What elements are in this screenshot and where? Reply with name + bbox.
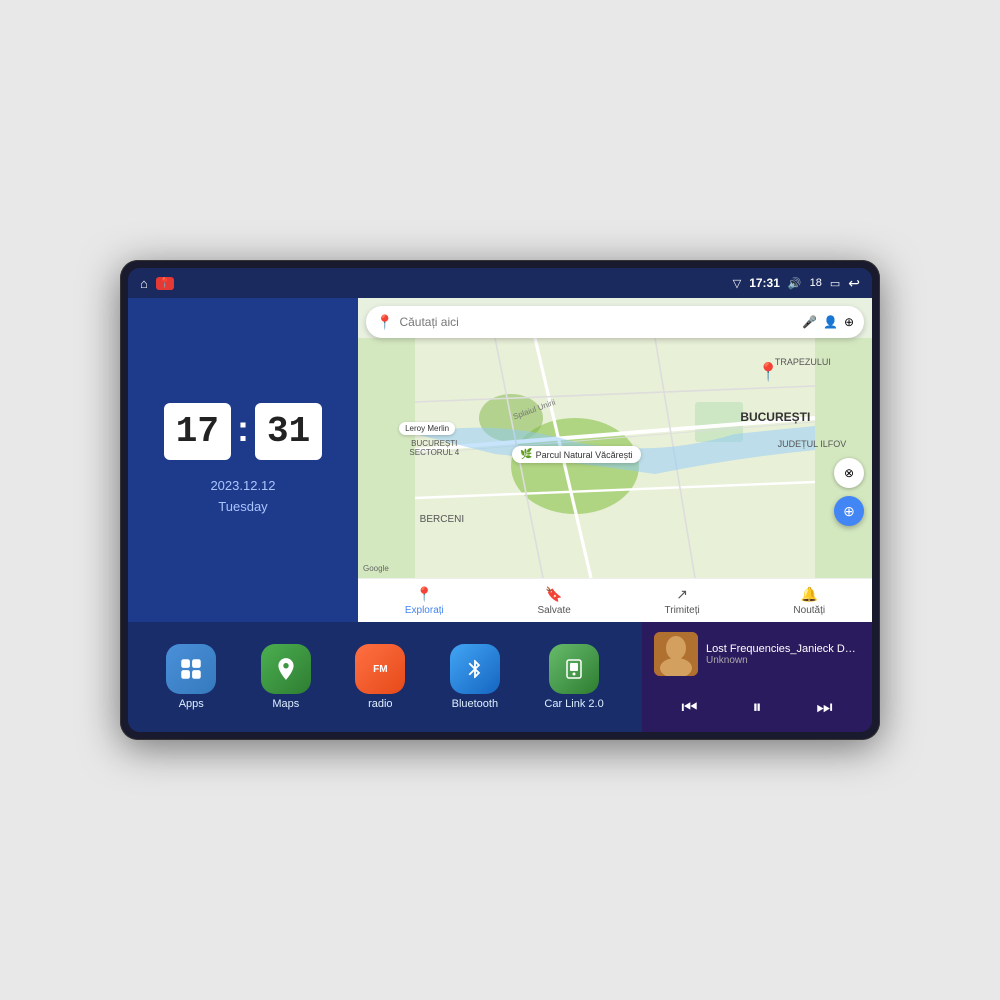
bluetooth-label: Bluetooth	[452, 698, 498, 710]
status-bar-left: ⌂ 📍	[140, 276, 174, 291]
map-nav-saved[interactable]: 🔖 Salvate	[537, 586, 570, 616]
music-play-pause-button[interactable]: ⏸	[744, 693, 769, 722]
carlink-label: Car Link 2.0	[544, 698, 603, 710]
send-icon: ↗	[676, 586, 688, 603]
back-icon[interactable]: ↩	[848, 275, 860, 292]
account-icon[interactable]: 👤	[823, 315, 838, 329]
leroy-badge: Leroy Merlin	[399, 422, 455, 435]
map-nav-news[interactable]: 🔔 Noutăți	[793, 586, 825, 616]
map-search-bar[interactable]: 📍 Căutați aici 🎤 👤 ⊕	[366, 306, 864, 338]
home-icon[interactable]: ⌂	[140, 276, 148, 291]
map-widget[interactable]: 📍 Căutați aici 🎤 👤 ⊕	[358, 298, 872, 622]
music-top: Lost Frequencies_Janieck Devy-... Unknow…	[654, 632, 860, 676]
status-bar-right: ▽ 17:31 🔊 18 ▭ ↩	[733, 275, 860, 292]
clock-colon: :	[237, 408, 249, 450]
car-head-unit: ⌂ 📍 ▽ 17:31 🔊 18 ▭ ↩ 17 :	[120, 260, 880, 740]
carlink-icon-circle	[549, 644, 599, 694]
maps-icon-circle	[261, 644, 311, 694]
clock-date: 2023.12.12 Tuesday	[210, 476, 275, 518]
radio-label: radio	[368, 698, 392, 710]
layers-icon[interactable]: ⊕	[844, 315, 854, 329]
clock-hours: 17	[164, 403, 231, 460]
saved-icon: 🔖	[545, 586, 562, 603]
top-row: 17 : 31 2023.12.12 Tuesday 📍 Căutați aic…	[128, 298, 872, 622]
music-prev-button[interactable]: ⏮	[673, 693, 705, 722]
map-search-actions: 🎤 👤 ⊕	[802, 315, 854, 329]
clock-minutes: 31	[255, 403, 322, 460]
berceni-label: BERCENI	[420, 514, 464, 525]
sector4-label: BUCUREȘTI SECTORUL 4	[409, 439, 459, 457]
location-pin-icon[interactable]: 📍	[156, 277, 174, 290]
map-bottom-bar: 📍 Explorați 🔖 Salvate ↗ Trimiteți 🔔	[358, 578, 872, 622]
map-search-icon: 📍	[376, 314, 393, 331]
status-bar: ⌂ 📍 ▽ 17:31 🔊 18 ▭ ↩	[128, 268, 872, 298]
trapezului-label: TRAPEZULUI	[775, 357, 831, 367]
judet-label: JUDEȚUL ILFOV	[778, 439, 847, 449]
google-watermark: Google	[363, 564, 389, 573]
parcul-label: Parcul Natural Văcărești	[536, 450, 633, 460]
maps-label: Maps	[272, 698, 299, 710]
explore-icon: 📍	[416, 586, 433, 603]
music-album-face	[654, 632, 698, 676]
app-icon-carlink[interactable]: Car Link 2.0	[544, 644, 603, 710]
music-widget: Lost Frequencies_Janieck Devy-... Unknow…	[642, 622, 872, 732]
music-artist: Unknown	[706, 655, 860, 666]
map-search-input[interactable]: Căutați aici	[399, 315, 796, 329]
bluetooth-icon-circle	[450, 644, 500, 694]
app-icon-apps[interactable]: Apps	[166, 644, 216, 710]
map-recenter-button[interactable]: ⊕	[834, 496, 864, 526]
music-next-button[interactable]: ⏭	[808, 693, 840, 722]
clock-widget: 17 : 31 2023.12.12 Tuesday	[128, 298, 358, 622]
apps-label: Apps	[179, 698, 204, 710]
map-layers-button[interactable]: ⊗	[834, 458, 864, 488]
status-time: 17:31	[749, 276, 780, 290]
app-icon-maps[interactable]: Maps	[261, 644, 311, 710]
news-icon: 🔔	[801, 586, 818, 603]
music-controls: ⏮ ⏸ ⏭	[654, 693, 860, 722]
signal-icon: ▽	[733, 277, 741, 290]
battery-level: 18	[810, 277, 822, 289]
bottom-row: Apps Maps FM radio	[128, 622, 872, 732]
volume-icon: 🔊	[788, 277, 802, 290]
music-album-art	[654, 632, 698, 676]
map-nav-explore[interactable]: 📍 Explorați	[405, 586, 444, 616]
app-icon-bluetooth[interactable]: Bluetooth	[450, 644, 500, 710]
map-body[interactable]: TRAPEZULUI BUCUREȘTI JUDEȚUL ILFOV BERCE…	[358, 338, 872, 578]
window-icon[interactable]: ▭	[830, 277, 840, 290]
clock-display: 17 : 31	[164, 403, 322, 460]
device-screen: ⌂ 📍 ▽ 17:31 🔊 18 ▭ ↩ 17 :	[128, 268, 872, 732]
music-info: Lost Frequencies_Janieck Devy-... Unknow…	[706, 643, 860, 666]
apps-section: Apps Maps FM radio	[128, 622, 642, 732]
radio-icon-circle: FM	[355, 644, 405, 694]
parcul-badge: 🌿 Parcul Natural Văcărești	[512, 446, 641, 463]
bucuresti-label: BUCUREȘTI	[740, 410, 810, 424]
music-title: Lost Frequencies_Janieck Devy-...	[706, 643, 860, 655]
main-content: 17 : 31 2023.12.12 Tuesday 📍 Căutați aic…	[128, 298, 872, 732]
map-nav-send[interactable]: ↗ Trimiteți	[665, 586, 700, 616]
voice-search-icon[interactable]: 🎤	[802, 315, 817, 329]
apps-icon-circle	[166, 644, 216, 694]
location-pin: 📍	[757, 362, 779, 383]
app-icon-radio[interactable]: FM radio	[355, 644, 405, 710]
